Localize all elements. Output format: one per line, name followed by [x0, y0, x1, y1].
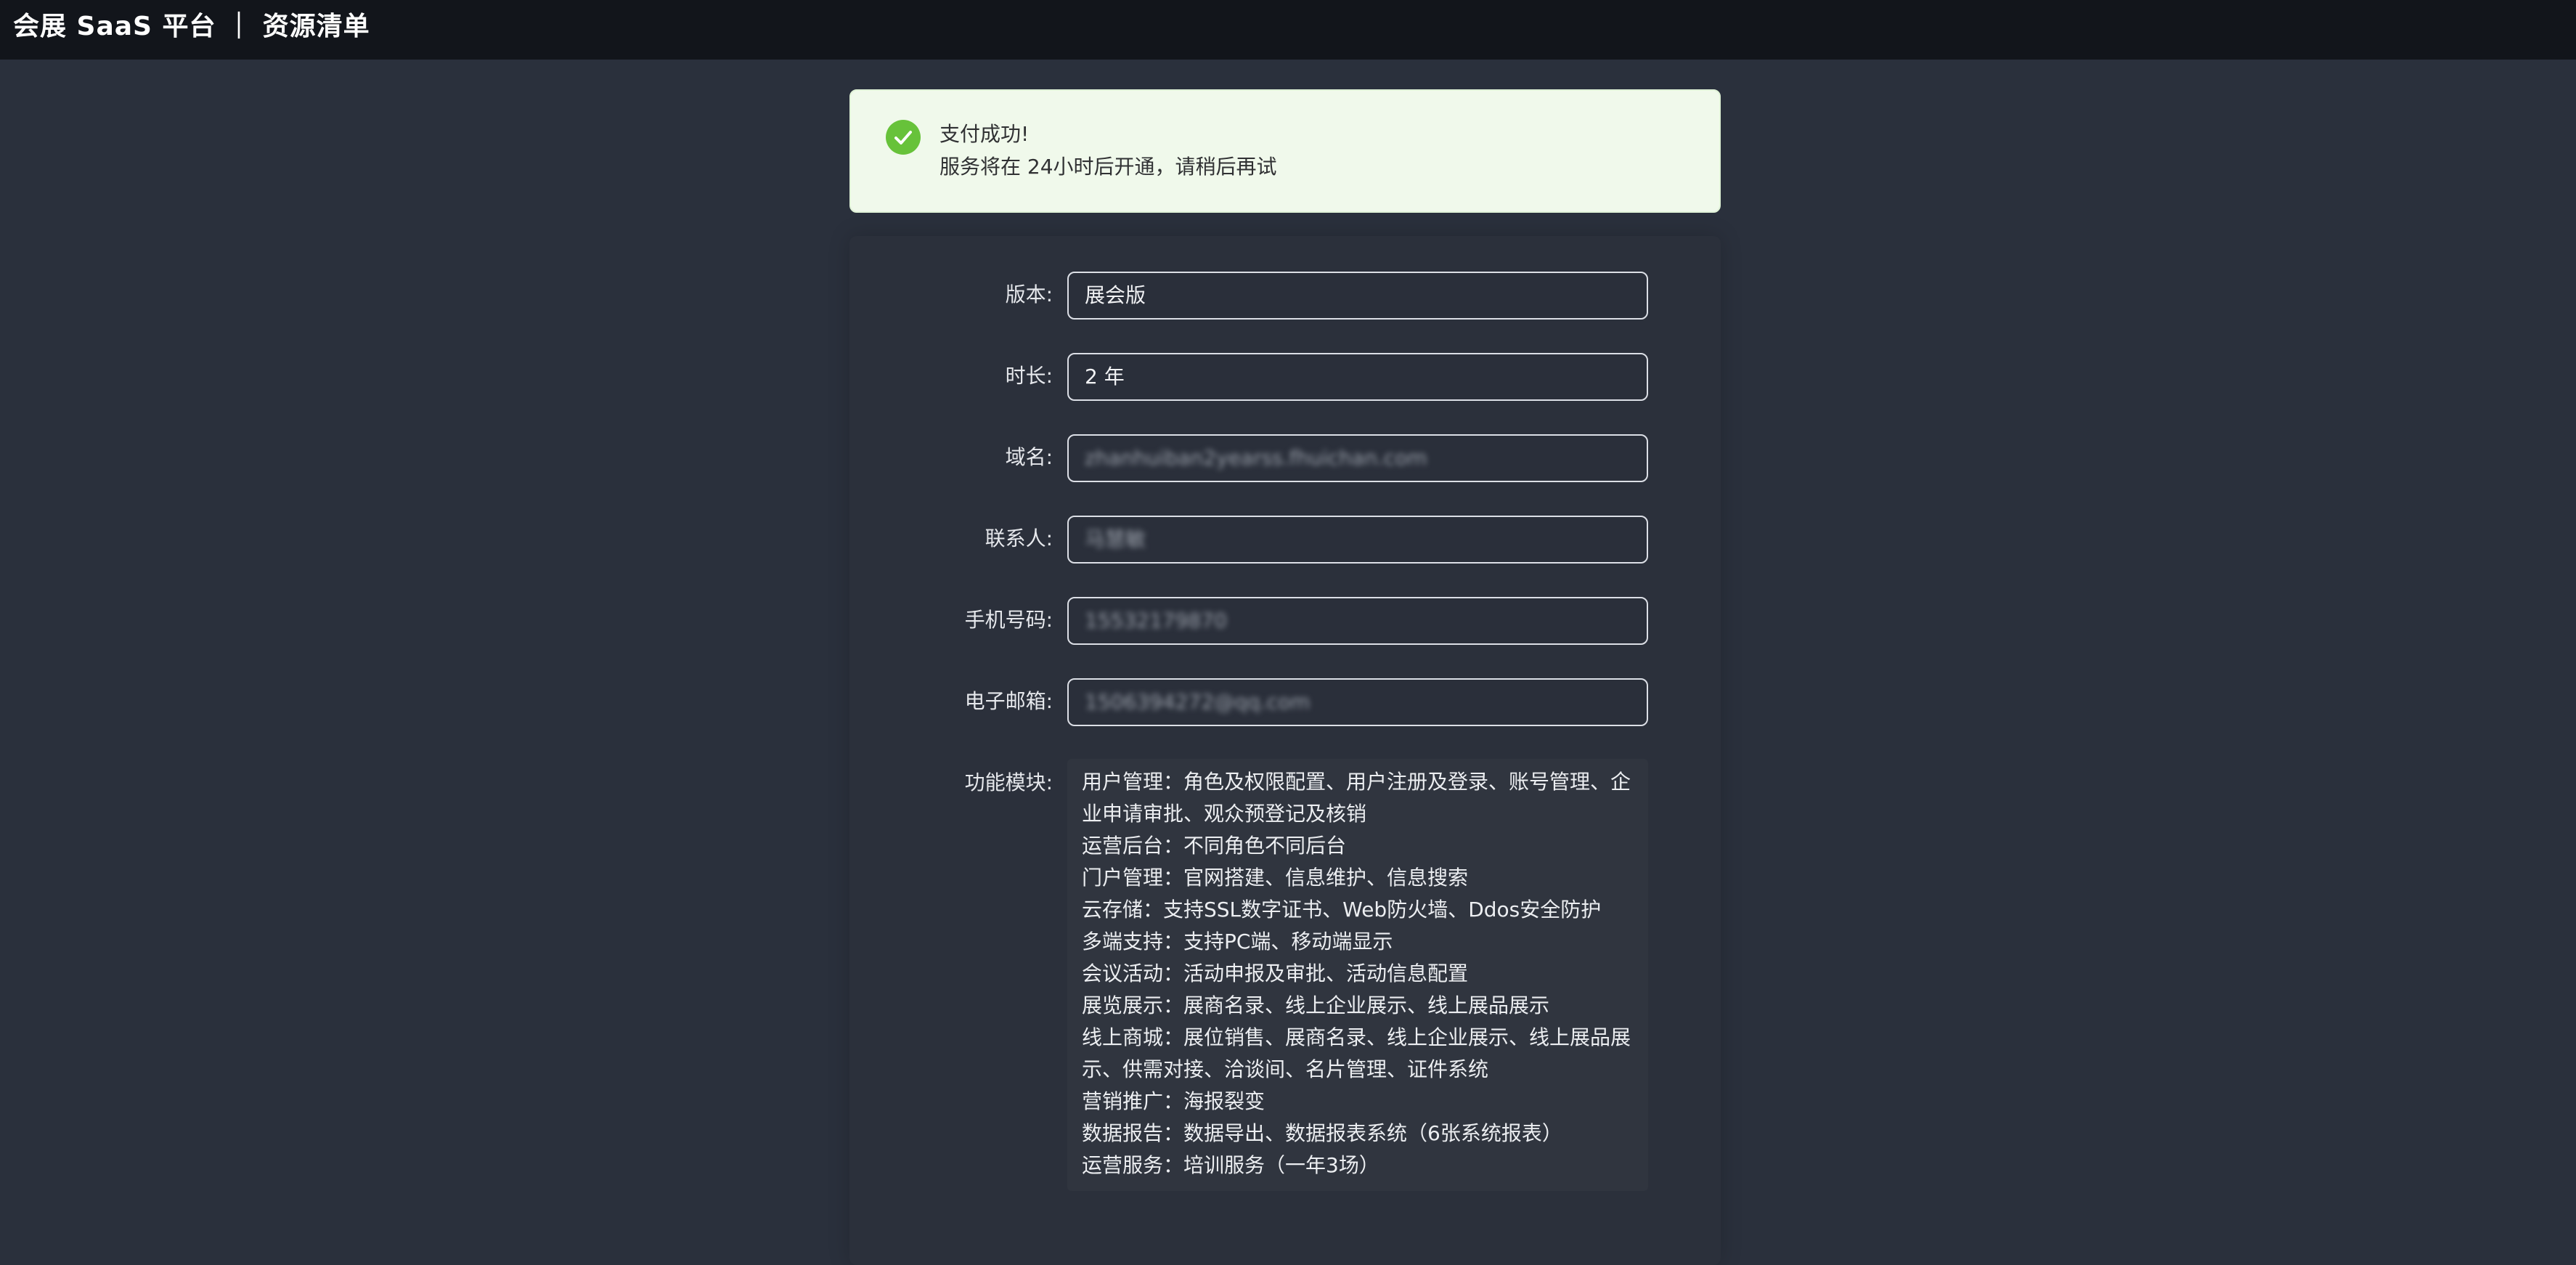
module-line: 数据报告：数据导出、数据报表系统（6张系统报表）: [1082, 1121, 1562, 1145]
module-line: 运营服务：培训服务（一年3场）: [1082, 1153, 1379, 1177]
modules-label: 功能模块:: [964, 770, 1053, 794]
email-value: 1506394272@qq.com: [1085, 690, 1311, 714]
module-line: 门户管理：官网搭建、信息维护、信息搜索: [1082, 866, 1469, 890]
domain-field[interactable]: zhanhuiban2yearss.fhuichan.com: [1067, 434, 1648, 482]
email-field[interactable]: 1506394272@qq.com: [1067, 678, 1648, 726]
contact-label: 联系人:: [985, 526, 1053, 550]
module-line: 用户管理：角色及权限配置、用户注册及登录、账号管理、企: [1082, 770, 1631, 794]
contact-value: 马慧敏: [1085, 527, 1146, 551]
module-line: 会议活动：活动申报及审批、活动信息配置: [1082, 961, 1469, 985]
module-line: 云存储：支持SSL数字证书、Web防火墙、Ddos安全防护: [1082, 898, 1602, 922]
module-line: 业申请审批、观众预登记及核销: [1082, 802, 1367, 826]
module-line: 营销推广：海报裂变: [1082, 1089, 1265, 1113]
alert-message: 服务将在 24小时后开通，请稍后再试: [939, 155, 1277, 179]
phone-value: 15532179870: [1085, 609, 1227, 632]
alert-title: 支付成功!: [939, 122, 1030, 146]
page-title: 会展 SaaS 平台 ｜ 资源清单: [13, 12, 370, 41]
modules-list: 用户管理：角色及权限配置、用户注册及登录、账号管理、企 业申请审批、观众预登记及…: [1067, 759, 1648, 1191]
contact-field[interactable]: 马慧敏: [1067, 516, 1648, 564]
version-label: 版本:: [1005, 282, 1053, 306]
phone-field[interactable]: 15532179870: [1067, 597, 1648, 645]
module-line: 示、供需对接、洽谈间、名片管理、证件系统: [1082, 1057, 1489, 1081]
email-label: 电子邮箱:: [964, 689, 1053, 713]
success-alert: 支付成功! 服务将在 24小时后开通，请稍后再试: [849, 89, 1721, 213]
module-line: 线上商城：展位销售、展商名录、线上企业展示、线上展品展: [1082, 1025, 1631, 1049]
domain-label: 域名:: [1005, 445, 1053, 469]
domain-value: zhanhuiban2yearss.fhuichan.com: [1085, 446, 1427, 470]
module-line: 运营后台：不同角色不同后台: [1082, 834, 1347, 858]
duration-label: 时长:: [1005, 364, 1053, 388]
module-line: 多端支持：支持PC端、移动端显示: [1082, 930, 1393, 953]
phone-label: 手机号码:: [964, 608, 1053, 632]
check-circle-icon: [886, 120, 921, 155]
module-line: 展览展示：展商名录、线上企业展示、线上展品展示: [1082, 993, 1550, 1017]
top-bar: 会展 SaaS 平台 ｜ 资源清单: [0, 0, 2576, 60]
version-field[interactable]: 展会版: [1067, 272, 1648, 320]
duration-field[interactable]: 2 年: [1067, 353, 1648, 401]
